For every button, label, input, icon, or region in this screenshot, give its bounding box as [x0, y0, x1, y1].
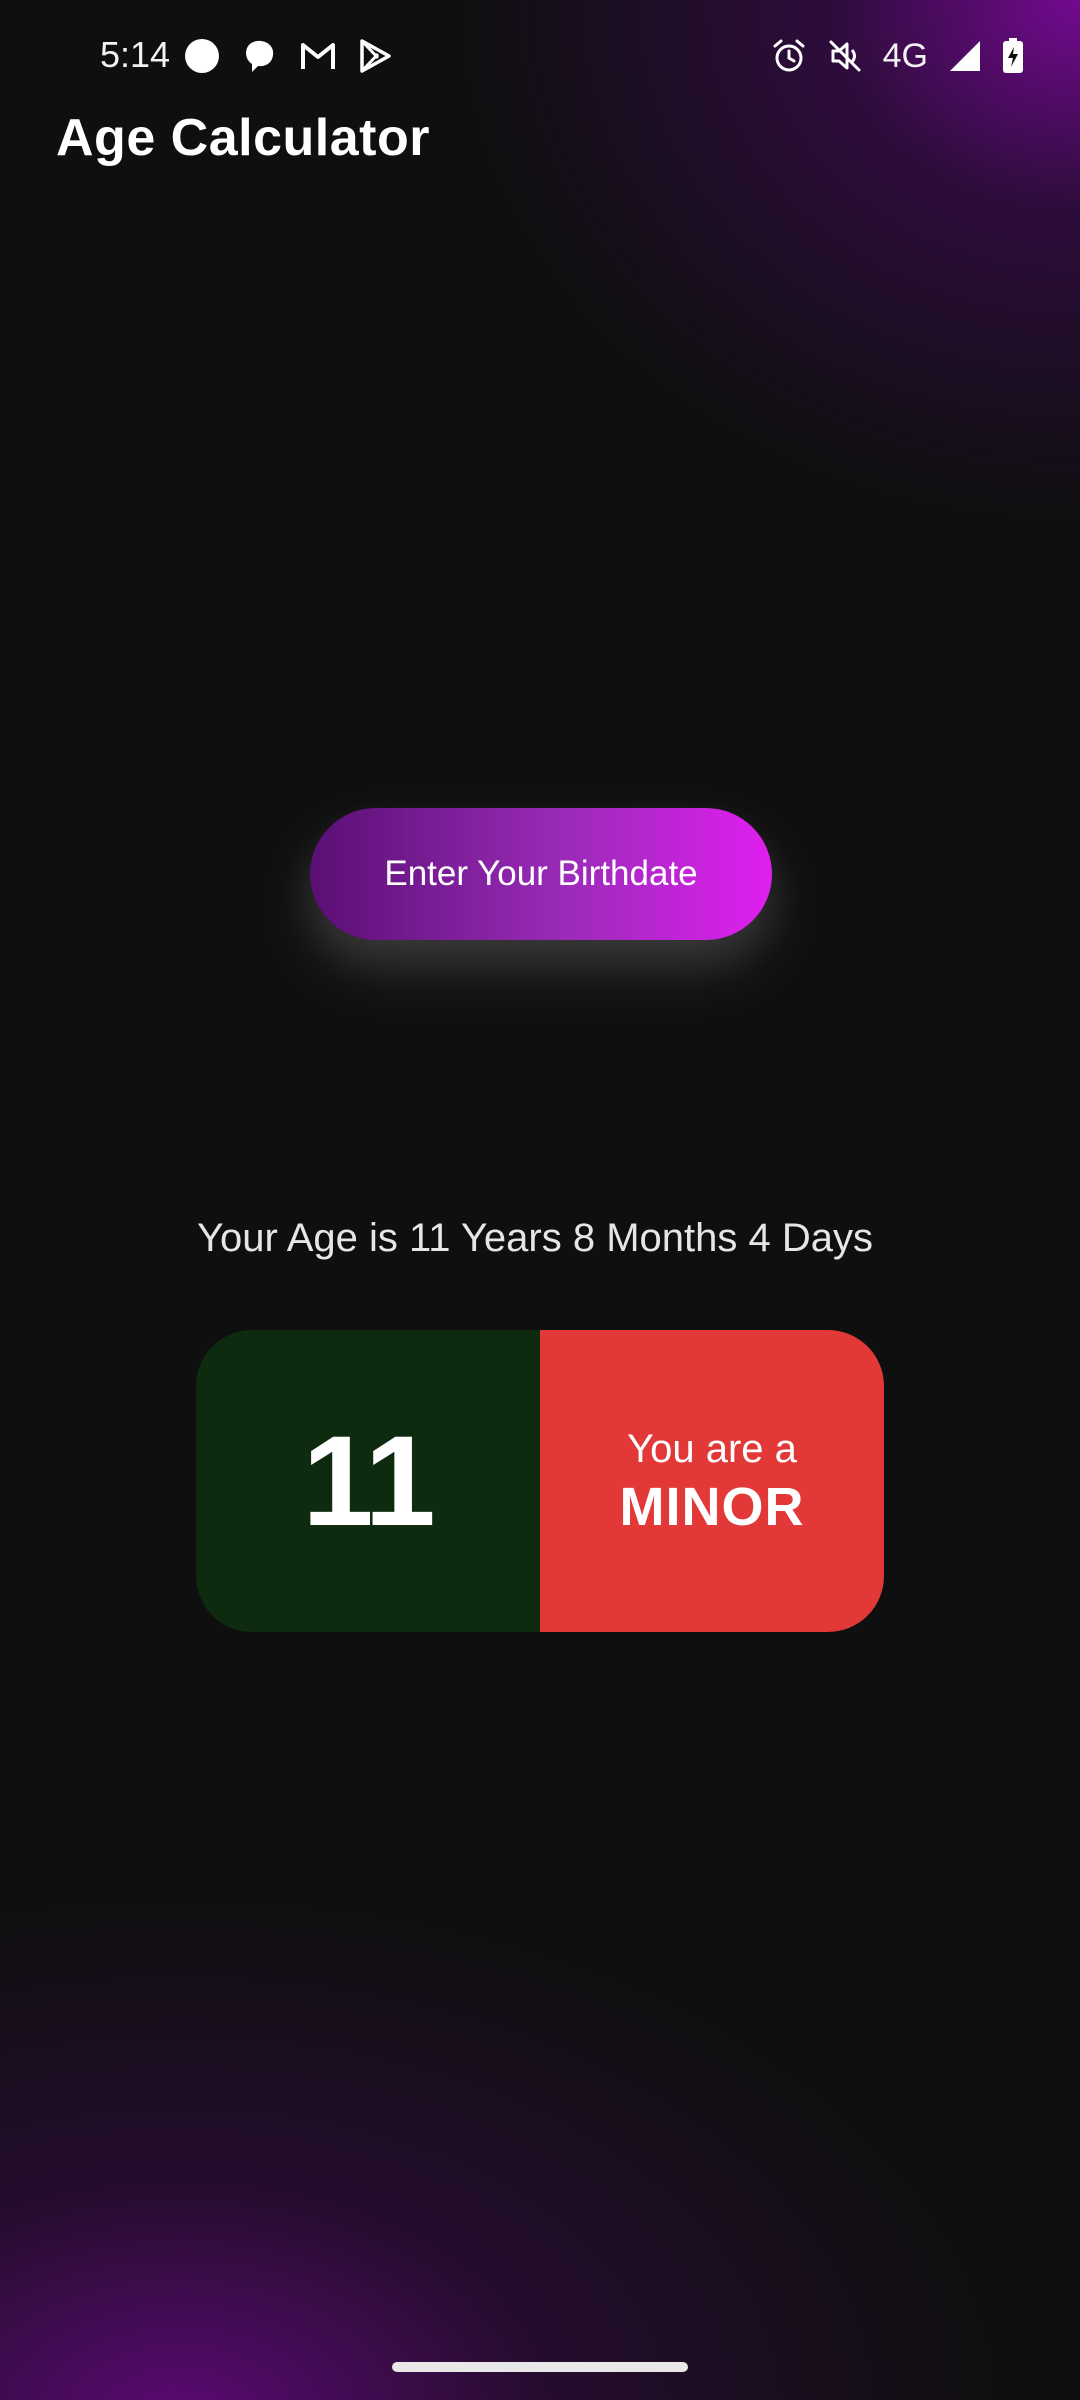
play-store-icon	[358, 38, 392, 74]
age-number-panel: 11	[196, 1330, 540, 1632]
mute-icon	[827, 38, 863, 74]
gmail-icon	[300, 40, 336, 72]
age-status-prefix: You are a	[627, 1427, 797, 1471]
alarm-icon	[771, 38, 807, 74]
enter-birthdate-button[interactable]: Enter Your Birthdate	[310, 808, 772, 940]
status-time: 5:14	[100, 34, 171, 75]
age-number: 11	[302, 1409, 435, 1553]
signal-icon	[948, 39, 982, 73]
age-result-text: Your Age is 11 Years 8 Months 4 Days	[197, 1216, 873, 1260]
app-title: Age Calculator	[56, 109, 430, 167]
circle-notification-icon	[184, 38, 220, 74]
age-status-panel: You are a MINOR	[540, 1330, 884, 1632]
network-type: 4G	[882, 37, 928, 75]
home-gesture-bar[interactable]	[392, 2362, 688, 2372]
status-left-icons	[184, 38, 392, 74]
status-right-icons: 4G	[771, 36, 1024, 76]
chat-bubble-icon	[242, 38, 278, 74]
background-gradient	[0, 0, 1080, 2400]
status-bar: 5:14 4G	[0, 0, 1080, 110]
age-status-label: MINOR	[619, 1477, 805, 1537]
battery-charging-icon	[1002, 38, 1024, 74]
age-result-card: 11 You are a MINOR	[196, 1330, 884, 1632]
enter-birthdate-label: Enter Your Birthdate	[384, 854, 698, 893]
